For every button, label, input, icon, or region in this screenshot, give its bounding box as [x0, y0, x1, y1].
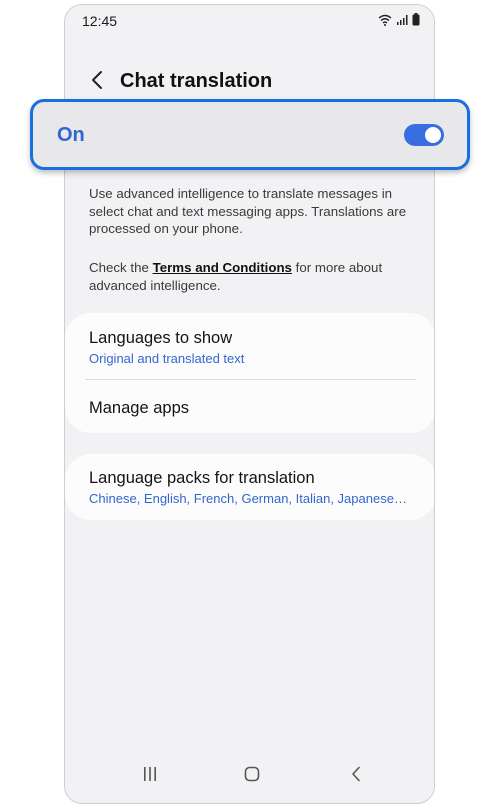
battery-icon	[412, 13, 420, 31]
chevron-left-icon	[91, 70, 103, 95]
languages-to-show-value: Original and translated text	[89, 351, 245, 366]
back-button[interactable]	[85, 69, 109, 95]
terms-text: Check the Terms and Conditions for more …	[89, 259, 414, 294]
languages-to-show-title: Languages to show	[89, 329, 233, 347]
master-switch-bar[interactable]: On	[30, 99, 470, 170]
terms-prefix: Check the	[89, 260, 153, 275]
settings-card-primary: Languages to show Original and translate…	[65, 313, 434, 433]
language-packs-item[interactable]: Language packs for translation Chinese, …	[65, 469, 434, 506]
wifi-icon	[378, 13, 392, 31]
recent-apps-icon	[142, 766, 158, 787]
settings-card-secondary: Language packs for translation Chinese, …	[65, 454, 434, 520]
signal-icon	[396, 13, 408, 31]
master-toggle-switch[interactable]	[404, 124, 444, 146]
description-text: Use advanced intelligence to translate m…	[89, 186, 407, 237]
divider	[85, 379, 416, 380]
status-icons	[378, 13, 420, 31]
manage-apps-item[interactable]: Manage apps	[65, 399, 434, 418]
header: Chat translation	[65, 63, 434, 103]
navigation-bar	[65, 749, 434, 803]
status-bar: 12:45	[65, 5, 434, 39]
back-icon	[350, 766, 362, 787]
page-title: Chat translation	[120, 70, 273, 92]
nav-back-button[interactable]	[341, 763, 371, 789]
home-icon	[244, 766, 260, 787]
recent-apps-button[interactable]	[135, 763, 165, 789]
language-packs-value: Chinese, English, French, German, Italia…	[89, 491, 409, 506]
languages-to-show-item[interactable]: Languages to show Original and translate…	[65, 329, 434, 366]
home-button[interactable]	[237, 763, 267, 789]
language-packs-title: Language packs for translation	[89, 469, 315, 487]
status-time: 12:45	[82, 13, 118, 29]
master-switch-label: On	[57, 124, 85, 146]
manage-apps-title: Manage apps	[89, 399, 189, 417]
toggle-knob	[425, 127, 441, 143]
terms-and-conditions-link[interactable]: Terms and Conditions	[153, 260, 292, 275]
